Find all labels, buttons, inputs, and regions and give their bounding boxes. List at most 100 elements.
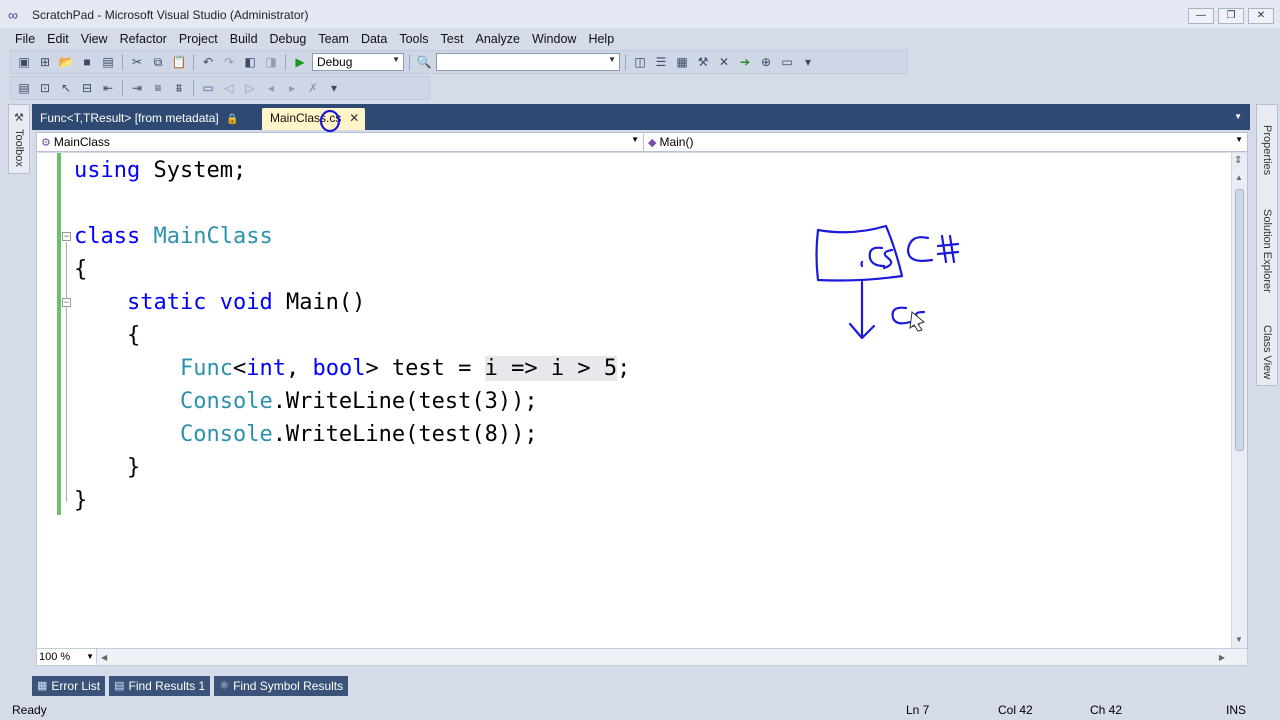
tab-label: Func<T,TResult> [from metadata] (40, 111, 219, 125)
tools-icon[interactable]: ✕ (715, 54, 733, 70)
find-in-files-icon[interactable]: 🔍 (415, 54, 433, 70)
code-text: ; (617, 356, 631, 381)
scroll-right-icon[interactable]: ▶ (1219, 653, 1225, 662)
active-files-dropdown-icon[interactable]: ▼ (1234, 112, 1242, 121)
solution-configuration-dropdown[interactable]: Debug ▼ (312, 53, 404, 71)
paste-icon[interactable]: 📋 (170, 54, 188, 70)
visual-studio-logo-icon: ∞ (8, 7, 18, 23)
code-line-6: { (74, 319, 140, 352)
command-window-icon[interactable]: ▭ (778, 54, 796, 70)
scrollbar-thumb[interactable] (1235, 189, 1244, 451)
highlighted-reference: i => i > 5 (484, 356, 618, 381)
increase-indent-icon[interactable]: ⇥ (128, 80, 146, 96)
zoom-dropdown[interactable]: 100 % ▼ (37, 649, 97, 665)
decrease-indent-icon[interactable]: ⇤ (99, 80, 117, 96)
code-text: > test = (365, 356, 485, 381)
find-combo[interactable]: ▼ (436, 53, 620, 71)
code-line-1: using System; (74, 154, 246, 187)
previous-bookmark-icon[interactable]: ◁ (220, 80, 238, 96)
scroll-down-icon[interactable]: ▼ (1235, 635, 1243, 644)
toolbox-label: Toolbox (13, 129, 25, 167)
toolbar-options-icon[interactable]: ▾ (325, 80, 343, 96)
solution-explorer-panel-tab[interactable]: Solution Explorer (1261, 209, 1273, 293)
collapse-method-icon[interactable]: − (62, 298, 71, 307)
toolbar-options-icon[interactable]: ▾ (799, 54, 817, 70)
right-panel-tabs: Properties Solution Explorer Class View (1256, 104, 1278, 386)
scroll-left-icon[interactable]: ◀ (101, 653, 107, 662)
next-bookmark-in-folder-icon[interactable]: ▸ (283, 80, 301, 96)
menu-window[interactable]: Window (526, 29, 582, 49)
navigation-bar: ⚙ MainClass ▼ ◆ Main() ▼ (36, 132, 1248, 152)
menu-view[interactable]: View (75, 29, 114, 49)
tab-func-metadata[interactable]: Func<T,TResult> [from metadata] 🔒 (32, 108, 247, 130)
open-file-icon[interactable]: 📂 (57, 54, 75, 70)
menu-team[interactable]: Team (312, 29, 355, 49)
collapse-class-icon[interactable]: − (62, 232, 71, 241)
toolbox-icon[interactable]: ⚒ (694, 54, 712, 70)
undo-icon[interactable]: ↶ (199, 54, 217, 70)
menu-debug[interactable]: Debug (264, 29, 313, 49)
navigate-forward-icon[interactable]: ◨ (262, 54, 280, 70)
menu-help[interactable]: Help (582, 29, 620, 49)
cut-icon[interactable]: ✂ (128, 54, 146, 70)
menu-file[interactable]: File (9, 29, 41, 49)
menu-edit[interactable]: Edit (41, 29, 75, 49)
menu-build[interactable]: Build (224, 29, 264, 49)
menu-data[interactable]: Data (355, 29, 393, 49)
toolbar-separator (122, 54, 123, 70)
solution-explorer-icon[interactable]: ◫ (631, 54, 649, 70)
uncomment-icon[interactable]: ⩩ (170, 80, 188, 96)
previous-bookmark-in-folder-icon[interactable]: ◂ (262, 80, 280, 96)
menu-analyze[interactable]: Analyze (469, 29, 525, 49)
quick-info-icon[interactable]: ↖ (57, 80, 75, 96)
menu-project[interactable]: Project (173, 29, 224, 49)
type-name: Console (179, 422, 273, 447)
error-list-icon: ▦ (37, 680, 48, 692)
save-all-icon[interactable]: ▤ (99, 54, 117, 70)
extension-manager-icon[interactable]: ⊕ (757, 54, 775, 70)
display-object-member-list-icon[interactable]: ▤ (15, 80, 33, 96)
code-text: } (126, 455, 141, 480)
tab-mainclass[interactable]: MainClass.cs ✕ (262, 108, 366, 130)
next-bookmark-icon[interactable]: ▷ (241, 80, 259, 96)
split-window-icon[interactable]: ⇕ (1234, 155, 1242, 166)
toggle-bookmark-icon[interactable]: ▭ (199, 80, 217, 96)
new-project-icon[interactable]: ▣ (15, 54, 33, 70)
redo-icon[interactable]: ↷ (220, 54, 238, 70)
copy-icon[interactable]: ⧉ (149, 54, 167, 70)
class-view-panel-tab[interactable]: Class View (1261, 325, 1273, 379)
vertical-scrollbar[interactable]: ⇕ ▲ ▼ (1231, 153, 1247, 648)
toolbox-panel-tab[interactable]: ⚒ Toolbox (8, 104, 30, 174)
type-name: MainClass (153, 224, 273, 249)
navigate-backward-icon[interactable]: ◧ (241, 54, 259, 70)
menu-tools[interactable]: Tools (393, 29, 434, 49)
tool-window-tabs: ▦ Error List ▤ Find Results 1 ⚛ Find Sym… (32, 676, 349, 698)
code-editor[interactable]: − − using System; class MainClass { stat… (36, 153, 1248, 648)
properties-icon[interactable]: ☰ (652, 54, 670, 70)
maximize-button[interactable]: ❐ (1218, 8, 1244, 24)
close-button[interactable]: ✕ (1248, 8, 1274, 24)
tab-find-results[interactable]: ▤ Find Results 1 (109, 676, 211, 696)
tab-find-symbol-results[interactable]: ⚛ Find Symbol Results (214, 676, 349, 696)
object-browser-icon[interactable]: ▦ (673, 54, 691, 70)
close-tab-icon[interactable]: ✕ (349, 108, 359, 128)
save-icon[interactable]: ■ (78, 54, 96, 70)
types-dropdown[interactable]: ⚙ MainClass ▼ (37, 133, 644, 151)
comment-out-icon[interactable]: ≡ (149, 80, 167, 96)
menu-test[interactable]: Test (435, 29, 470, 49)
add-item-icon[interactable]: ⊞ (36, 54, 54, 70)
minimize-button[interactable]: — (1188, 8, 1214, 24)
members-dropdown[interactable]: ◆ Main() ▼ (644, 133, 1247, 151)
properties-panel-tab[interactable]: Properties (1261, 125, 1273, 175)
scroll-up-icon[interactable]: ▲ (1235, 173, 1243, 182)
horizontal-scrollbar[interactable]: 100 % ▼ ◀ ▶ (36, 648, 1248, 666)
start-debugging-icon[interactable]: ▶ (291, 54, 309, 70)
start-page-icon[interactable]: ➔ (736, 54, 754, 70)
clear-bookmarks-icon[interactable]: ✗ (304, 80, 322, 96)
find-symbol-icon: ⚛ (219, 680, 230, 692)
type-name: Func (179, 356, 233, 381)
word-completion-icon[interactable]: ⊟ (78, 80, 96, 96)
parameter-info-icon[interactable]: ⊡ (36, 80, 54, 96)
tab-error-list[interactable]: ▦ Error List (32, 676, 106, 696)
menu-refactor[interactable]: Refactor (114, 29, 173, 49)
